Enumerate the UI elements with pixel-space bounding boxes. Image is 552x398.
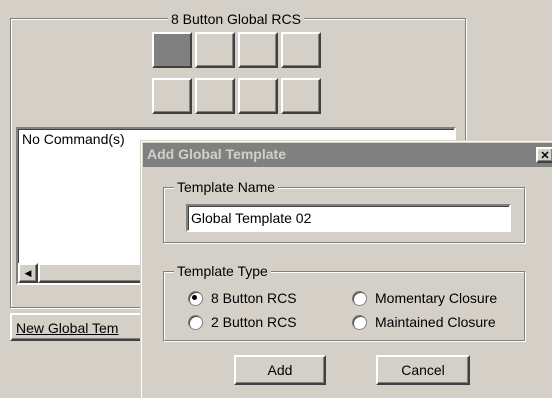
radio-maintained-closure-label: Maintained Closure	[375, 314, 496, 331]
template-name-group-title: Template Name	[174, 179, 279, 195]
rcs-group-title: 8 Button Global RCS	[168, 11, 304, 27]
rcs-button-5[interactable]	[152, 78, 192, 114]
new-global-template-button[interactable]: New Global Tem	[10, 313, 150, 341]
radio-maintained-closure-indicator	[352, 314, 367, 330]
radio-maintained-closure[interactable]: Maintained Closure	[352, 313, 496, 330]
close-icon: ✕	[540, 149, 550, 162]
dialog-titlebar[interactable]: Add Global Template ✕	[143, 143, 552, 167]
cancel-button[interactable]: Cancel	[376, 355, 470, 385]
rcs-button-2[interactable]	[195, 32, 235, 68]
rcs-button-8[interactable]	[281, 78, 321, 114]
add-button-label: Add	[267, 362, 293, 378]
radio-2-button-rcs-indicator	[188, 314, 203, 330]
radio-2-button-rcs[interactable]: 2 Button RCS	[188, 313, 297, 330]
rcs-button-4[interactable]	[281, 32, 321, 68]
radio-8-button-rcs[interactable]: 8 Button RCS	[188, 289, 297, 306]
radio-8-button-rcs-label: 8 Button RCS	[211, 290, 297, 307]
command-list-empty-text: No Command(s)	[22, 131, 125, 147]
dialog-title: Add Global Template	[147, 146, 286, 162]
template-name-input[interactable]: Global Template 02	[186, 204, 511, 232]
radio-2-button-rcs-label: 2 Button RCS	[211, 314, 297, 331]
rcs-button-7[interactable]	[238, 78, 278, 114]
radio-momentary-closure-indicator	[352, 290, 367, 306]
add-global-template-dialog: Add Global Template ✕ Template Name Glob…	[140, 140, 552, 398]
rcs-button-3[interactable]	[238, 32, 278, 68]
dialog-close-button[interactable]: ✕	[536, 147, 552, 163]
template-name-input-value: Global Template 02	[191, 210, 312, 226]
radio-8-button-rcs-indicator	[188, 290, 203, 306]
template-type-group-title: Template Type	[174, 263, 271, 279]
radio-momentary-closure-label: Momentary Closure	[375, 290, 498, 307]
rcs-button-6[interactable]	[195, 78, 235, 114]
new-global-template-label: New Global Tem	[16, 320, 119, 336]
scroll-left-icon: ◀	[24, 267, 32, 278]
radio-momentary-closure[interactable]: Momentary Closure	[352, 289, 497, 306]
add-button[interactable]: Add	[234, 355, 326, 385]
rcs-button-1[interactable]	[152, 32, 192, 68]
cancel-button-label: Cancel	[401, 362, 445, 378]
scroll-left-arrow[interactable]: ◀	[18, 263, 38, 283]
scroll-thumb[interactable]	[38, 263, 148, 283]
